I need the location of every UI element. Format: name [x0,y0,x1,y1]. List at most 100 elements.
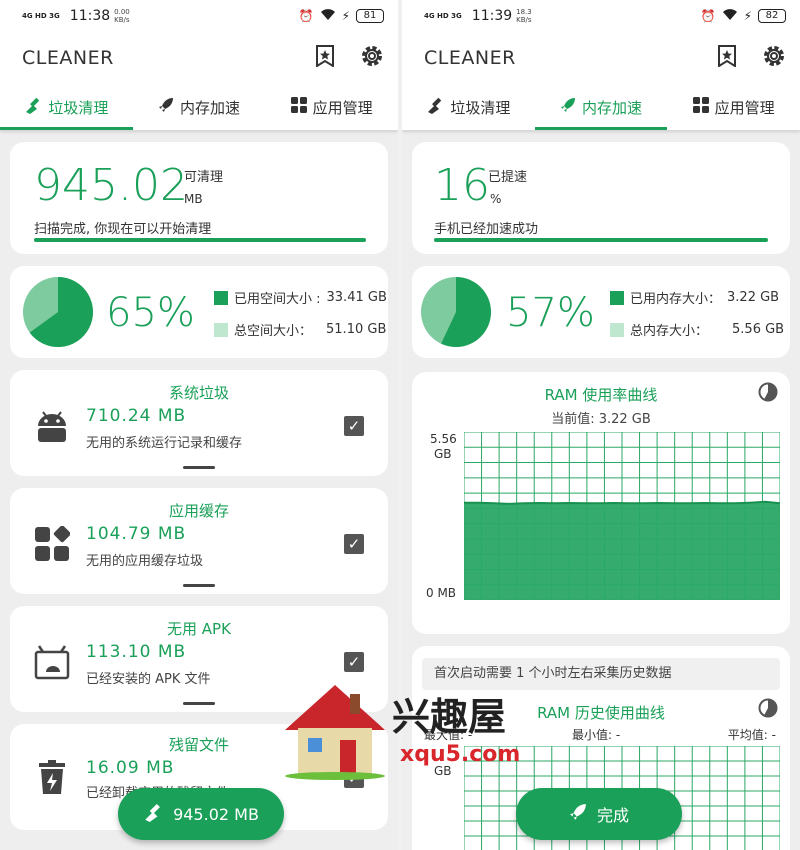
category-title: 应用缓存 [168,502,229,520]
clean-summary-card: 945.02 可清理 MB 扫描完成, 你现在可以开始清理 [10,142,388,254]
clock: 11:38 [69,8,111,24]
ram-usage-area [464,501,780,600]
apps-icon [35,526,70,561]
used-space-value: 33.41 GB [326,290,387,305]
tab-junk-clean[interactable]: 垃圾清理 [402,84,535,130]
broom-icon [426,96,444,118]
tab-memory-boost[interactable]: 内存加速 [133,84,266,130]
trash-icon [39,760,65,794]
used-memory-value: 3.22 GB [727,290,780,305]
total-space-label: 总空间大小： [234,324,313,339]
tab-label: 应用管理 [312,98,373,117]
tab-label: 内存加速 [582,98,643,117]
battery-level: 81 [356,9,384,23]
clean-button-label: 945.02 MB [173,804,259,824]
app-bar: CLEANER [0,32,398,84]
rocket-icon [560,97,576,117]
category-size: 104.79 MB [86,524,187,544]
category-description: 已经安装的 APK 文件 [86,672,211,687]
rocket-icon [569,803,587,825]
y-axis-unit-label: GB [434,447,452,461]
settings-gear-icon[interactable] [360,44,384,72]
network-indicator: 4G HD 3G [22,12,60,20]
tab-bar: 垃圾清理 内存加速 应用管理 [402,84,800,130]
tab-label: 垃圾清理 [450,98,511,117]
pie-chart-icon[interactable] [758,698,778,722]
alarm-icon: ⏰ [298,9,314,23]
bookmark-icon[interactable] [718,45,736,71]
history-avg: 平均值: - [727,728,776,742]
used-swatch [214,290,228,305]
ram-usage-chart-card: RAM 使用率曲线 当前值: 3.22 GB 5.56 GB 0 MB [412,372,790,634]
apps-grid-icon [692,97,709,117]
tab-app-manager[interactable]: 应用管理 [265,84,398,130]
expand-handle[interactable] [183,466,215,469]
category-title: 系统垃圾 [168,384,229,402]
pie-chart-icon[interactable] [758,382,778,406]
category-size: 710.24 MB [86,406,187,426]
current-value: 当前值: 3.22 GB [551,412,651,427]
storage-pie-chart [23,277,93,347]
memory-pie-chart [421,277,491,347]
broom-icon [24,96,42,118]
wifi-icon [320,8,336,24]
house-logo-icon [285,685,385,780]
total-swatch [214,322,228,337]
battery-level: 82 [758,9,786,23]
scan-status-message: 扫描完成, 你现在可以开始清理 [34,222,212,237]
category-checkbox[interactable]: ✓ [344,534,364,554]
used-memory-legend: 已用内存大小： 3.22 GB [610,288,779,307]
net-speed: 0.00 KB/s [114,8,130,24]
tab-label: 垃圾清理 [48,98,109,117]
chart-title: RAM 使用率曲线 [544,386,658,404]
charging-icon: ⚡ [341,9,350,23]
done-button-label: 完成 [596,806,629,825]
category-card-app-cache[interactable]: 应用缓存 104.79 MB 无用的应用缓存垃圾 ✓ [10,488,388,594]
boost-status-message: 手机已经加速成功 [434,222,539,237]
category-card-system-junk[interactable]: 系统垃圾 710.24 MB 无用的系统运行记录和缓存 ✓ [10,370,388,476]
memory-percent: 57% [506,290,595,336]
rocket-icon [158,97,174,117]
done-button[interactable]: 完成 [516,788,682,840]
total-memory-legend: 总内存大小： 5.56 GB [610,320,784,339]
category-description: 无用的系统运行记录和缓存 [86,436,243,451]
y-axis-min-label: 0 MB [426,586,457,600]
storage-percent: 65% [106,290,195,336]
app-bar: CLEANER [402,32,800,84]
boost-unit: % [490,192,502,206]
tab-junk-clean[interactable]: 垃圾清理 [0,84,133,130]
charging-icon: ⚡ [743,9,752,23]
tab-memory-boost[interactable]: 内存加速 [534,84,668,130]
watermark-text: 兴趣屋 [392,695,507,739]
apps-grid-icon [290,97,307,117]
watermark: 兴趣屋 xqu5.com [280,680,520,790]
clean-button[interactable]: 945.02 MB [118,788,284,840]
cleanable-unit: MB [184,192,203,206]
status-bar: 4G HD 3G 11:39 18.3 KB/s ⏰ ⚡ 82 [402,0,800,32]
wifi-icon [722,8,738,24]
app-title: CLEANER [22,47,114,69]
total-memory-value: 5.56 GB [732,322,785,337]
clock: 11:39 [471,8,513,24]
scan-progress-bar [34,238,366,242]
history-min: 最小值: - [572,728,621,742]
tab-app-manager[interactable]: 应用管理 [667,84,800,130]
expand-handle[interactable] [183,702,215,705]
alarm-icon: ⏰ [700,9,716,23]
category-checkbox[interactable]: ✓ [344,416,364,436]
expand-handle[interactable] [183,584,215,587]
total-space-legend: 总空间大小： 51.10 GB [214,320,386,339]
memory-usage-card: 57% 已用内存大小： 3.22 GB 总内存大小： 5.56 GB [412,266,790,358]
watermark-url: xqu5.com [400,742,521,767]
used-space-legend: 已用空间大小 : 33.41 GB [214,288,387,307]
cleanable-label: 可清理 [184,170,224,185]
tab-bar: 垃圾清理 内存加速 应用管理 [0,84,398,130]
category-checkbox[interactable]: ✓ [344,652,364,672]
category-title: 无用 APK [167,620,231,638]
bookmark-icon[interactable] [316,45,334,71]
cleanable-size-value: 945.02 [34,160,188,211]
y-axis-max-label: 5.56 [430,432,457,446]
settings-gear-icon[interactable] [762,44,786,72]
broom-icon [143,802,163,826]
ram-usage-plot [464,432,780,600]
